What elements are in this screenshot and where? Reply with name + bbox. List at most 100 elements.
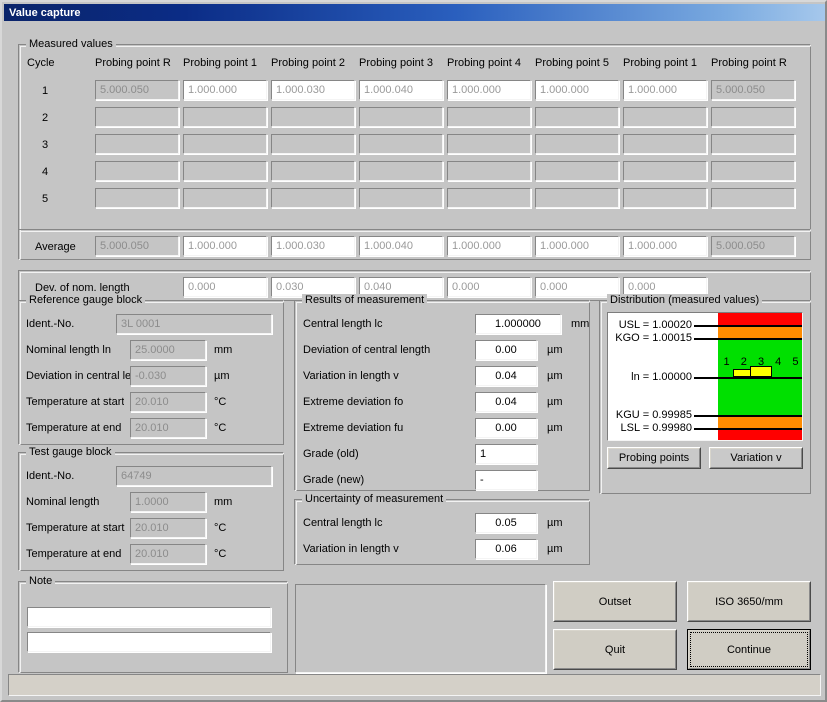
status-bar [8, 674, 821, 696]
measured-cell-r2-c5[interactable] [447, 107, 531, 127]
average-cell-6[interactable]: 1.000.000 [535, 236, 619, 256]
measured-cell-r2-c3[interactable] [271, 107, 355, 127]
results-field-4[interactable]: 0.04 [475, 392, 537, 412]
probing-bar-3 [750, 366, 772, 378]
measured-cell-r5-c8[interactable] [711, 188, 795, 208]
measured-cell-r5-c2[interactable] [183, 188, 267, 208]
measured-cell-r4-c7[interactable] [623, 161, 707, 181]
reference-field-4[interactable]: 20.010 [130, 392, 206, 412]
average-cell-8[interactable]: 5.000.050 [711, 236, 795, 256]
average-cell-4[interactable]: 1.000.040 [359, 236, 443, 256]
measured-cell-r4-c1[interactable] [95, 161, 179, 181]
uncertainty-field-2[interactable]: 0.06 [475, 539, 537, 559]
average-cell-3[interactable]: 1.000.030 [271, 236, 355, 256]
measured-cell-r4-c4[interactable] [359, 161, 443, 181]
deviation-cell-1[interactable]: 0.000 [183, 277, 267, 297]
measured-cell-r5-c4[interactable] [359, 188, 443, 208]
average-cell-2[interactable]: 1.000.000 [183, 236, 267, 256]
measured-cell-r4-c3[interactable] [271, 161, 355, 181]
measured-cell-r5-c1[interactable] [95, 188, 179, 208]
reference-field-2[interactable]: 25.0000 [130, 340, 206, 360]
results-field-1[interactable]: 1.000000 [475, 314, 561, 334]
measured-cell-r1-c5[interactable]: 1.000.000 [447, 80, 531, 100]
results-field-5[interactable]: 0.00 [475, 418, 537, 438]
measured-cell-r2-c6[interactable] [535, 107, 619, 127]
test-field-4[interactable]: 20.010 [130, 544, 206, 564]
outset-button[interactable]: Outset [553, 581, 677, 622]
measured-cell-r5-c3[interactable] [271, 188, 355, 208]
reference-field-3[interactable]: -0.030 [130, 366, 206, 386]
quit-button[interactable]: Quit [553, 629, 677, 670]
uncertainty-caption: Uncertainty of measurement [302, 493, 447, 505]
measured-cell-r2-c2[interactable] [183, 107, 267, 127]
measured-cell-r5-c5[interactable] [447, 188, 531, 208]
results-label-1: Central length lc [303, 318, 383, 330]
measured-cell-r4-c5[interactable] [447, 161, 531, 181]
measured-cell-r1-c1[interactable]: 5.000.050 [95, 80, 179, 100]
results-field-2[interactable]: 0.00 [475, 340, 537, 360]
iso-button[interactable]: ISO 3650/mm [687, 581, 811, 622]
test-label-3: Temperature at start [26, 522, 125, 534]
note-input-1[interactable] [27, 607, 271, 627]
results-field-3[interactable]: 0.04 [475, 366, 537, 386]
column-header-1: Probing point R [95, 57, 171, 69]
measured-cell-r2-c7[interactable] [623, 107, 707, 127]
average-cell-5[interactable]: 1.000.000 [447, 236, 531, 256]
test-field-2[interactable]: 1.0000 [130, 492, 206, 512]
results-field-7[interactable]: - [475, 470, 537, 490]
measured-cell-r1-c7[interactable]: 1.000.000 [623, 80, 707, 100]
probing-points-button[interactable]: Probing points [607, 447, 701, 469]
measured-cell-r4-c2[interactable] [183, 161, 267, 181]
measured-cell-r1-c6[interactable]: 1.000.000 [535, 80, 619, 100]
refline-label-KGU: KGU = 0.99985 [615, 409, 692, 422]
test-label-4: Temperature at end [26, 548, 122, 560]
reference-unit-5: °C [214, 422, 227, 434]
deviation-cell-4[interactable]: 0.000 [447, 277, 531, 297]
measured-cell-r4-c8[interactable] [711, 161, 795, 181]
variation-v-button[interactable]: Variation v [709, 447, 803, 469]
refline-label-ln: ln = 1.00000 [631, 370, 692, 383]
results-field-6[interactable]: 1 [475, 444, 537, 464]
reference-field-5[interactable]: 20.010 [130, 418, 206, 438]
value-capture-window: Value capture Measured values Cycle Probi… [0, 0, 827, 702]
distribution-chart[interactable]: USL = 1.00020 KGO = 1.00015 ln = 1.00000 KG… [607, 312, 803, 441]
note-input-2[interactable] [27, 632, 271, 652]
continue-button[interactable]: Continue [687, 629, 811, 670]
measured-cell-r5-c6[interactable] [535, 188, 619, 208]
measured-cell-r2-c1[interactable] [95, 107, 179, 127]
results-unit-5: µm [547, 422, 563, 434]
average-cell-1[interactable]: 5.000.050 [95, 236, 179, 256]
results-label-4: Extreme deviation fo [303, 396, 404, 408]
uncertainty-field-1[interactable]: 0.05 [475, 513, 537, 533]
measured-cell-r3-c3[interactable] [271, 134, 355, 154]
uncertainty-unit-2: µm [547, 543, 563, 555]
measured-cell-r3-c4[interactable] [359, 134, 443, 154]
probing-point-number-5: 5 [792, 355, 799, 368]
measured-cell-r3-c5[interactable] [447, 134, 531, 154]
measured-cell-r3-c6[interactable] [535, 134, 619, 154]
results-caption: Results of measurement [302, 294, 428, 306]
measured-cell-r3-c7[interactable] [623, 134, 707, 154]
results-label-5: Extreme deviation fu [303, 422, 404, 434]
refline-label-LSL: LSL = 0.99980 [620, 422, 692, 435]
measured-cell-r1-c3[interactable]: 1.000.030 [271, 80, 355, 100]
measured-cell-r3-c8[interactable] [711, 134, 795, 154]
test-label-2: Nominal length [26, 496, 100, 508]
average-cell-7[interactable]: 1.000.000 [623, 236, 707, 256]
test-field-1[interactable]: 64749 [116, 466, 272, 486]
measured-cell-r1-c2[interactable]: 1.000.000 [183, 80, 267, 100]
refline-LSL [694, 428, 802, 431]
measured-cell-r1-c8[interactable]: 5.000.050 [711, 80, 795, 100]
measured-cell-r2-c4[interactable] [359, 107, 443, 127]
results-label-7: Grade (new) [303, 474, 365, 486]
refline-label-USL: USL = 1.00020 [618, 318, 692, 331]
measured-cell-r1-c4[interactable]: 1.000.040 [359, 80, 443, 100]
reference-field-1[interactable]: 3L 0001 [116, 314, 272, 334]
measured-cell-r5-c7[interactable] [623, 188, 707, 208]
reference-gauge-group: Reference gauge block Ident.-No. 3L 0001 N… [18, 294, 284, 445]
measured-cell-r3-c1[interactable] [95, 134, 179, 154]
measured-cell-r3-c2[interactable] [183, 134, 267, 154]
test-field-3[interactable]: 20.010 [130, 518, 206, 538]
measured-cell-r2-c8[interactable] [711, 107, 795, 127]
measured-cell-r4-c6[interactable] [535, 161, 619, 181]
